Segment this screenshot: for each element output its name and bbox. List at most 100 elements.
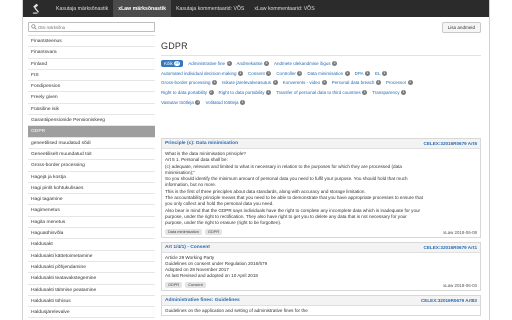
filter-row: Automated individual decision-making 1 Con… — [161, 69, 481, 79]
filter-chip[interactable]: Transparency 1 — [372, 90, 407, 96]
filter-chip[interactable]: Andmekaitse 4 — [236, 61, 270, 67]
filter-chip-label: Administrative fine — [188, 61, 226, 67]
filter-chip[interactable]: Right to data portability 2 — [161, 90, 214, 96]
sidebar-item[interactable]: FIS — [28, 69, 155, 82]
card-footer: Data minimisation GDPR xLaw 2018-06-08 — [162, 228, 480, 237]
filter-chip[interactable]: Data minimisation 1 — [307, 70, 350, 76]
sidebar-item[interactable]: geneetilised muudatud sõdi — [28, 137, 155, 149]
sidebar-item[interactable]: Haldusakti kättetoimetamine — [28, 250, 155, 262]
sidebar-item[interactable]: Finantsteenus — [28, 36, 155, 48]
sidebar-item[interactable]: Gross-border processing — [28, 160, 155, 172]
filter-chip[interactable]: Transfer of personal data to third count… — [276, 90, 368, 96]
filter-chip-all[interactable]: Kõik 29 — [161, 60, 184, 68]
filter-chip-label: Data minimisation — [307, 70, 344, 76]
card-title-link[interactable]: Art 1/4/1) - Consent — [165, 245, 210, 250]
filter-chip-count: 1 — [344, 70, 350, 76]
keyword-tag[interactable]: GDPR — [204, 229, 223, 236]
sidebar-item[interactable]: Freely given — [28, 92, 155, 104]
filter-chip[interactable]: Automated individual decision-making 1 — [161, 70, 244, 76]
sidebar-item[interactable]: Hagi tagamine — [28, 194, 155, 206]
card-title-link[interactable]: Administrative fines: Guidelines — [165, 298, 240, 303]
card-text-line: Guidelines on the application and settin… — [165, 307, 308, 313]
filter-chip-label: Konverents - video — [282, 80, 321, 86]
filter-chip-count: 1 — [321, 80, 327, 86]
tab-user-keywords[interactable]: Kasutaja märksõnastik — [51, 0, 113, 17]
filter-chip[interactable]: Gross-border processing 1 — [161, 80, 218, 86]
filter-chip-label: Volitatud töötleja — [205, 99, 239, 105]
filter-chip[interactable]: Isikute järelevalveasutus 1 — [222, 80, 278, 86]
filter-chip[interactable]: Andmete ülekandmise õigus 2 — [274, 61, 338, 67]
sidebar-item[interactable]: Haldusakt — [28, 239, 155, 251]
keyword-tag[interactable]: Data minimisation — [165, 229, 202, 236]
add-data-button[interactable]: Lisa andmeid — [441, 22, 481, 33]
filter-chip-label: Vastutav töötleja — [161, 99, 194, 105]
keyword-sidebar: FinantsteenusFinantsvaraFinlandFISFondip… — [28, 22, 155, 320]
comment-card: Art 1/4/1) - Consent CELEX:32016R0679 Art… — [161, 241, 481, 291]
sidebar-item[interactable]: Haldusakti teatavakstegemine — [28, 273, 155, 285]
keyword-search-input[interactable] — [38, 23, 148, 31]
tag-filter-panel: Kõik 29 Administrative fine 1 Andmekaitse 4 An… — [161, 59, 481, 107]
filter-chip[interactable]: Volitatud töötleja 1 — [205, 99, 245, 105]
sidebar-item[interactable]: Fondipension — [28, 81, 155, 93]
filter-chip-label: Transparency — [372, 90, 400, 96]
card-header: Administrative fines: Guidelines CELEX:32… — [162, 295, 480, 306]
sidebar-item[interactable]: Haldusakti tühisus — [28, 295, 155, 308]
keyword-tag[interactable]: GDPR — [165, 282, 183, 289]
tab-xlaw-comments[interactable]: xLaw kommentaarid: VÕS — [249, 0, 319, 17]
filter-chip[interactable]: Personal data breach 1 — [331, 80, 381, 86]
filter-row: Right to data portability 2 Right to data … — [161, 88, 481, 98]
sidebar-item[interactable]: Haldusakti põhjendamine — [28, 261, 155, 274]
filter-chip[interactable]: Konverents - video 1 — [282, 80, 327, 86]
filter-chip[interactable]: Right to data portability 1 — [219, 90, 272, 96]
card-source-date: xLaw 2018-06-08 — [443, 229, 477, 235]
card-text-line: As last Revised and adopted on 10 April … — [165, 273, 258, 279]
filter-chip[interactable]: DPA 1 — [355, 70, 371, 76]
sidebar-item[interactable]: Finland — [28, 58, 155, 70]
sidebar-item[interactable]: Haldusakti täitmise peatamine — [28, 284, 155, 296]
comment-card-list: Principle (c): Data minimisation CELEX:32… — [161, 138, 481, 320]
filter-chip[interactable]: Processor 1 — [386, 80, 413, 86]
filter-chip[interactable]: Administrative fine 1 — [188, 61, 232, 67]
sidebar-item[interactable]: Finantsvara — [28, 47, 155, 59]
filter-chip-label: Andmekaitse — [236, 61, 263, 67]
filter-chip-count: 1 — [195, 99, 201, 105]
celex-reference-link[interactable]: CELEX:32016R0679 Art83 — [421, 298, 477, 303]
filter-chip[interactable]: Consent 1 — [248, 70, 272, 76]
keyword-tag[interactable]: Consent — [185, 282, 206, 289]
sidebar-item[interactable]: Hagita menetus — [28, 216, 155, 229]
filter-chip-count: 1 — [375, 80, 381, 86]
sidebar-item[interactable]: GDPR — [28, 126, 155, 138]
filter-chip[interactable]: Vastutav töötleja 1 — [161, 99, 201, 105]
tab-user-comments[interactable]: Kasutaja kommentaarid: VÕS — [171, 0, 249, 17]
filter-chip[interactable]: EL 1 — [375, 70, 388, 76]
filter-chip-count: 2 — [208, 90, 214, 96]
sidebar-item[interactable]: Haldusjärelevalve — [28, 307, 155, 319]
sidebar-item[interactable]: Hagejä ja kostja — [28, 171, 155, 183]
card-text-line: purpose, under the right to erasure (rig… — [165, 220, 282, 226]
filter-chip-count: 1 — [272, 80, 278, 86]
gavel-icon[interactable] — [23, 0, 51, 17]
card-title-link[interactable]: Principle (c): Data minimisation — [165, 141, 238, 146]
card-body: What is the data minimisation principle?… — [162, 149, 480, 228]
search-icon — [31, 24, 37, 30]
tab-xlaw-keywords[interactable]: xLaw märksõnastik — [113, 0, 172, 17]
filter-chip-count: 1 — [212, 80, 218, 86]
sidebar-item[interactable]: Haguaühisvõla — [28, 228, 155, 240]
sidebar-item[interactable]: Geneetiliselt muundatud toit — [28, 148, 155, 161]
filter-row: Gross-border processing 1 Isikute järeleva… — [161, 78, 481, 88]
celex-reference-link[interactable]: CELEX:32016R0679 Art1 — [424, 245, 477, 250]
sidebar-item[interactable]: Hagimenetus — [28, 205, 155, 217]
filter-chip-count: 1 — [238, 70, 244, 76]
celex-reference-link[interactable]: CELEX:32016R0679 Art5 — [424, 141, 477, 146]
filter-chip-label: Right to data portability — [161, 90, 208, 96]
sidebar-item[interactable]: Füüsiline isik — [28, 103, 155, 116]
sidebar-item[interactable]: Garantiipensionide Pensioniskeeg — [28, 115, 155, 127]
card-header: Principle (c): Data minimisation CELEX:32… — [162, 139, 480, 149]
filter-chip-label: Andmete ülekandmise õigus — [274, 61, 331, 67]
filter-chip[interactable]: Controller 1 — [276, 70, 303, 76]
filter-row: Kõik 29 Administrative fine 1 Andmekaitse 4 An… — [161, 59, 481, 69]
filter-chip-label: Isikute järelevalveasutus — [222, 80, 272, 86]
gavel-icon-graphic — [32, 3, 39, 14]
sidebar-item[interactable]: Hagi pinlit kohtukulisaes — [28, 182, 155, 195]
filter-chip-label: Personal data breach — [331, 80, 375, 86]
